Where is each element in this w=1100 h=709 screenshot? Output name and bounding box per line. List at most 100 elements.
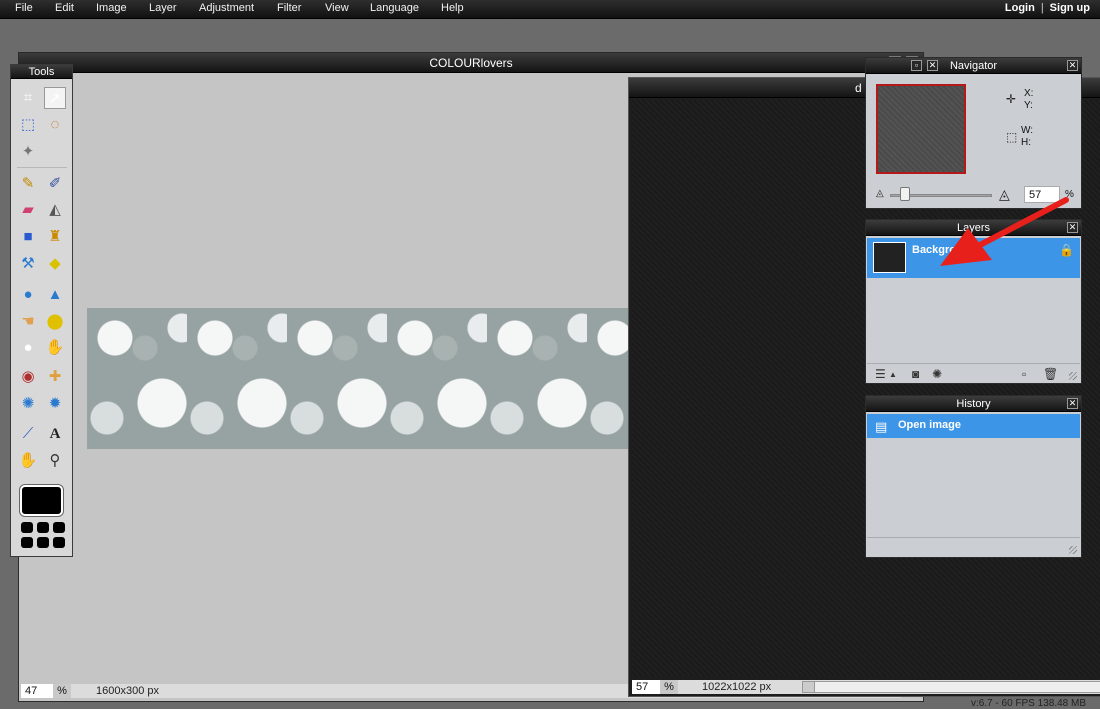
login-link[interactable]: Login <box>1005 2 1035 14</box>
navigator-panel: Navigator ▫ ✕ ✕ ✛ X: Y: ⬚ W: H: ◬ ◬ % <box>865 57 1082 209</box>
layer-style-icon[interactable]: ✺ <box>932 367 942 381</box>
pinch-icon[interactable]: ✹ <box>44 393 66 415</box>
scroll-left-icon[interactable] <box>803 682 815 692</box>
swatch-grid <box>21 522 65 548</box>
close-icon[interactable]: ✕ <box>1067 398 1078 409</box>
swatch-cell[interactable] <box>53 537 65 548</box>
burn-icon[interactable]: ✋ <box>44 337 66 359</box>
tools-titlebar[interactable]: Tools <box>11 65 72 79</box>
history-item-label: Open image <box>898 419 961 431</box>
type-icon[interactable]: A <box>44 423 66 445</box>
swatch-cell[interactable] <box>37 522 49 533</box>
version-info: v:6.7 - 60 FPS 138.48 MB <box>970 698 1086 709</box>
history-row[interactable]: ▤ Open image <box>867 414 1080 438</box>
color-replace-icon[interactable]: ⚒ <box>17 253 39 275</box>
document-icon: ▤ <box>875 419 888 434</box>
x-label: X: <box>1024 88 1034 99</box>
color-picker-icon[interactable]: ⟋ <box>17 423 39 445</box>
canvas-image[interactable] <box>87 308 629 449</box>
history-footer <box>867 537 1080 557</box>
menu-file[interactable]: File <box>15 2 33 14</box>
history-titlebar[interactable]: History ✕ <box>866 396 1081 412</box>
selection-size-icon: ⬚ <box>1006 130 1018 144</box>
restore-icon[interactable]: ▫ <box>911 60 922 71</box>
pencil-icon[interactable]: ✎ <box>17 173 39 195</box>
document-titlebar[interactable]: COLOURlovers <box>19 53 923 73</box>
crosshair-icon: ✛ <box>1006 92 1017 106</box>
menu-image[interactable]: Image <box>96 2 127 14</box>
w-label: W: <box>1021 125 1034 136</box>
lasso-icon[interactable]: ◌ <box>44 114 66 136</box>
resize-grip-icon[interactable] <box>1069 372 1077 380</box>
menu-view[interactable]: View <box>325 2 349 14</box>
move-icon[interactable]: ➚ <box>44 87 66 109</box>
marquee-icon[interactable]: ⬚ <box>17 114 39 136</box>
hand-icon[interactable]: ✋ <box>17 450 39 472</box>
zoom-unit: % <box>53 684 71 698</box>
eraser-icon[interactable]: ▰ <box>17 199 39 221</box>
layer-settings-icon[interactable]: ☰ <box>875 367 886 381</box>
menu-help[interactable]: Help <box>441 2 464 14</box>
zoom-icon[interactable]: ⚲ <box>44 450 66 472</box>
clone-stamp-icon[interactable]: ♜ <box>44 226 66 248</box>
sharpen-icon[interactable]: ▲ <box>44 284 66 306</box>
layer-thumbnail <box>873 242 906 273</box>
zoom-field[interactable]: 47 % <box>21 684 71 698</box>
document-title: COLOURlovers <box>429 56 513 70</box>
zoom-value-2: 57 <box>636 681 649 693</box>
menu-layer[interactable]: Layer <box>149 2 177 14</box>
auth-separator: | <box>1040 2 1044 14</box>
zoom-out-icon[interactable]: ◬ <box>876 188 884 199</box>
close-icon[interactable]: ✕ <box>1067 60 1078 71</box>
brush-icon[interactable]: ✐ <box>44 173 66 195</box>
y-label: Y: <box>1024 100 1033 111</box>
menu-bar: File Edit Image Layer Adjustment Filter … <box>0 0 1100 19</box>
zoom-value: 47 <box>25 685 38 697</box>
gradient-icon[interactable]: ■ <box>17 226 39 248</box>
chevron-up-icon[interactable]: ▲ <box>889 370 897 379</box>
document2-title: d <box>855 81 862 95</box>
image-dimensions-2: 1022x1022 px <box>702 681 772 693</box>
blur-icon[interactable]: ● <box>17 284 39 306</box>
smudge-icon[interactable]: ☚ <box>17 311 39 333</box>
menu-language[interactable]: Language <box>370 2 419 14</box>
foreground-color-swatch[interactable] <box>20 485 63 516</box>
menu-edit[interactable]: Edit <box>55 2 74 14</box>
magic-wand-icon[interactable]: ✦ <box>17 141 39 163</box>
navigator-titlebar[interactable]: Navigator ▫ ✕ ✕ <box>866 58 1081 74</box>
drawing-icon[interactable]: ◆ <box>44 253 66 275</box>
signup-link[interactable]: Sign up <box>1050 2 1090 14</box>
history-title: History <box>956 398 991 410</box>
document2-statusbar: 57 % 1022x1022 px <box>632 680 1100 694</box>
red-eye-icon[interactable]: ◉ <box>17 366 39 388</box>
zoom-field-2[interactable]: 57 % <box>632 680 678 694</box>
resize-grip-icon[interactable] <box>1069 546 1077 554</box>
crop-icon[interactable]: ⌗ <box>17 87 39 109</box>
navigator-title: Navigator <box>949 60 998 72</box>
trash-icon[interactable]: 🗑 <box>1043 367 1058 381</box>
navigator-preview[interactable] <box>876 84 966 174</box>
sponge-icon[interactable]: ⬤ <box>44 311 66 333</box>
new-layer-icon[interactable]: ▫ <box>1022 367 1026 381</box>
tool-separator <box>17 167 67 168</box>
image-dimensions: 1600x300 px <box>96 685 159 697</box>
bloat-icon[interactable]: ✺ <box>17 393 39 415</box>
swatch-cell[interactable] <box>21 522 33 533</box>
menu-adjustment[interactable]: Adjustment <box>199 2 254 14</box>
zoom-slider-thumb[interactable] <box>900 187 910 201</box>
auth-links: Login | Sign up <box>1005 2 1090 14</box>
tools-title: Tools <box>28 66 55 78</box>
swatch-cell[interactable] <box>53 522 65 533</box>
layer-mask-icon[interactable]: ◙ <box>912 367 919 381</box>
tools-panel: Tools ⌗ ➚ ⬚ ◌ ✦ ✎ ✐ ▰ ◭ ■ ♜ ⚒ ◆ ● ▲ ☚ ⬤ … <box>10 64 73 557</box>
paint-bucket-icon[interactable]: ◭ <box>44 199 66 221</box>
layers-footer: ☰ ▲ ◙ ✺ ▫ 🗑 <box>867 363 1080 383</box>
h-label: H: <box>1021 137 1031 148</box>
swatch-cell[interactable] <box>37 537 49 548</box>
close-doc-icon[interactable]: ✕ <box>927 60 938 71</box>
swatch-cell[interactable] <box>21 537 33 548</box>
spot-heal-icon[interactable]: ✚ <box>44 366 66 388</box>
menu-filter[interactable]: Filter <box>277 2 301 14</box>
horizontal-scrollbar[interactable] <box>802 681 1100 693</box>
dodge-icon[interactable]: ● <box>17 337 39 359</box>
